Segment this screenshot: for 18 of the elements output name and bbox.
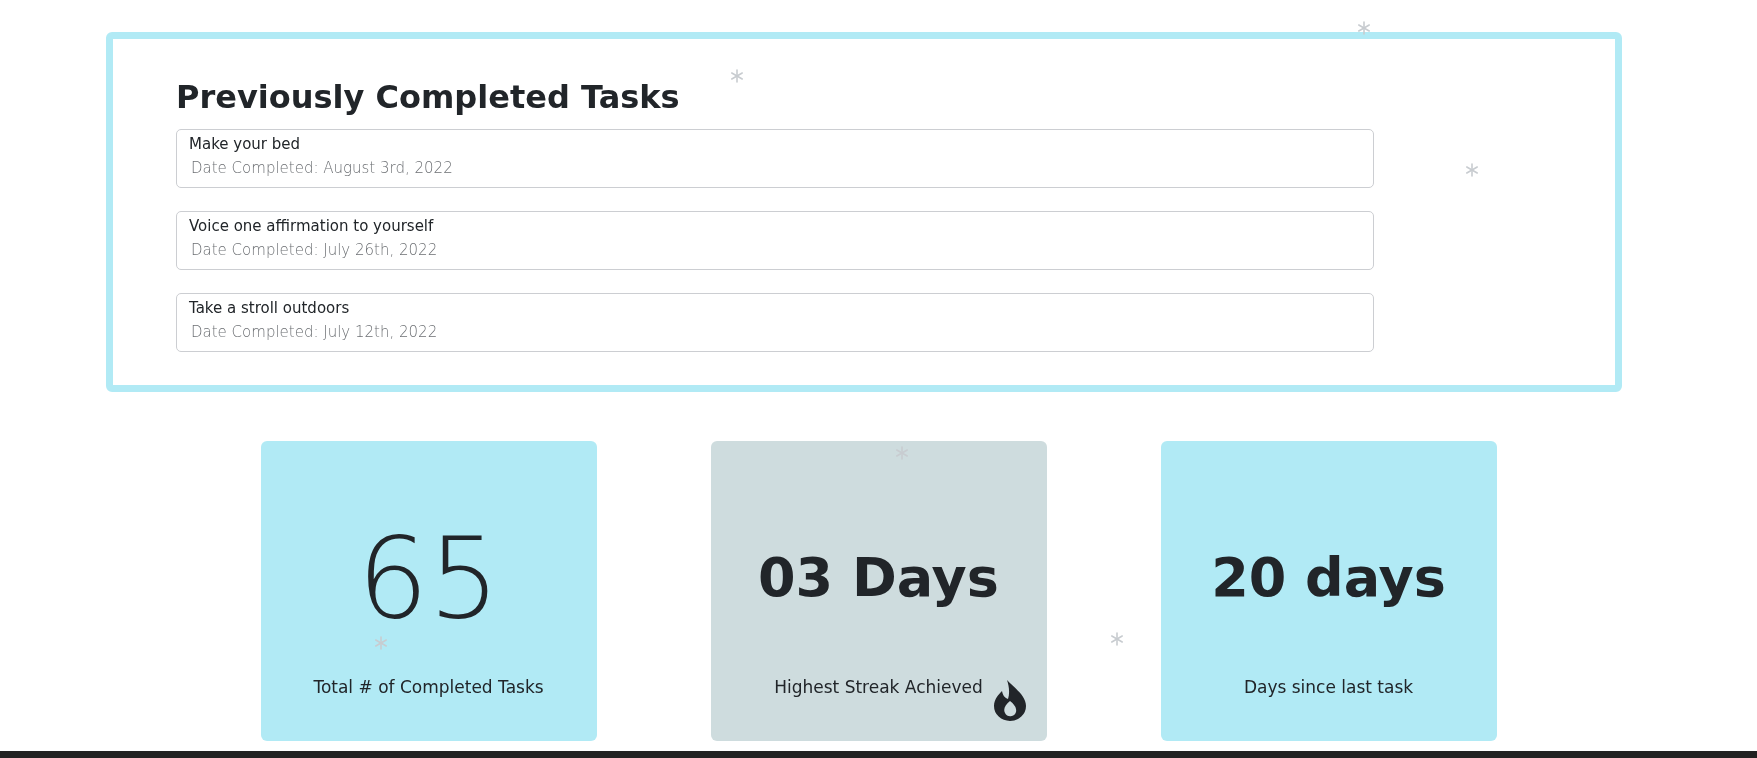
- snowflake-icon: [1357, 21, 1371, 35]
- section-title: Previously Completed Tasks: [176, 77, 681, 117]
- snowflake-icon: [1465, 163, 1479, 177]
- completion-date: Date Completed: July 12th, 2022: [191, 322, 439, 343]
- stat-value: 20 days: [1211, 545, 1446, 611]
- completion-date: Date Completed: July 26th, 2022: [191, 240, 439, 261]
- completion-date: Date Completed: August 3rd, 2022: [191, 158, 454, 179]
- stat-value: 65: [357, 523, 500, 633]
- stat-label: Highest Streak Achieved: [774, 676, 983, 699]
- task-name: Make your bed: [189, 134, 302, 155]
- snowflake-icon: [730, 69, 744, 83]
- task-name: Voice one affirmation to yourself: [189, 216, 435, 237]
- stat-label: Days since last task: [1243, 676, 1414, 699]
- snowflake-icon: [1110, 632, 1124, 646]
- snowflake-icon: [374, 636, 388, 650]
- stat-label: Total # of Completed Tasks: [313, 676, 544, 699]
- stat-value: 03 Days: [758, 545, 999, 611]
- task-name: Take a stroll outdoors: [189, 298, 351, 319]
